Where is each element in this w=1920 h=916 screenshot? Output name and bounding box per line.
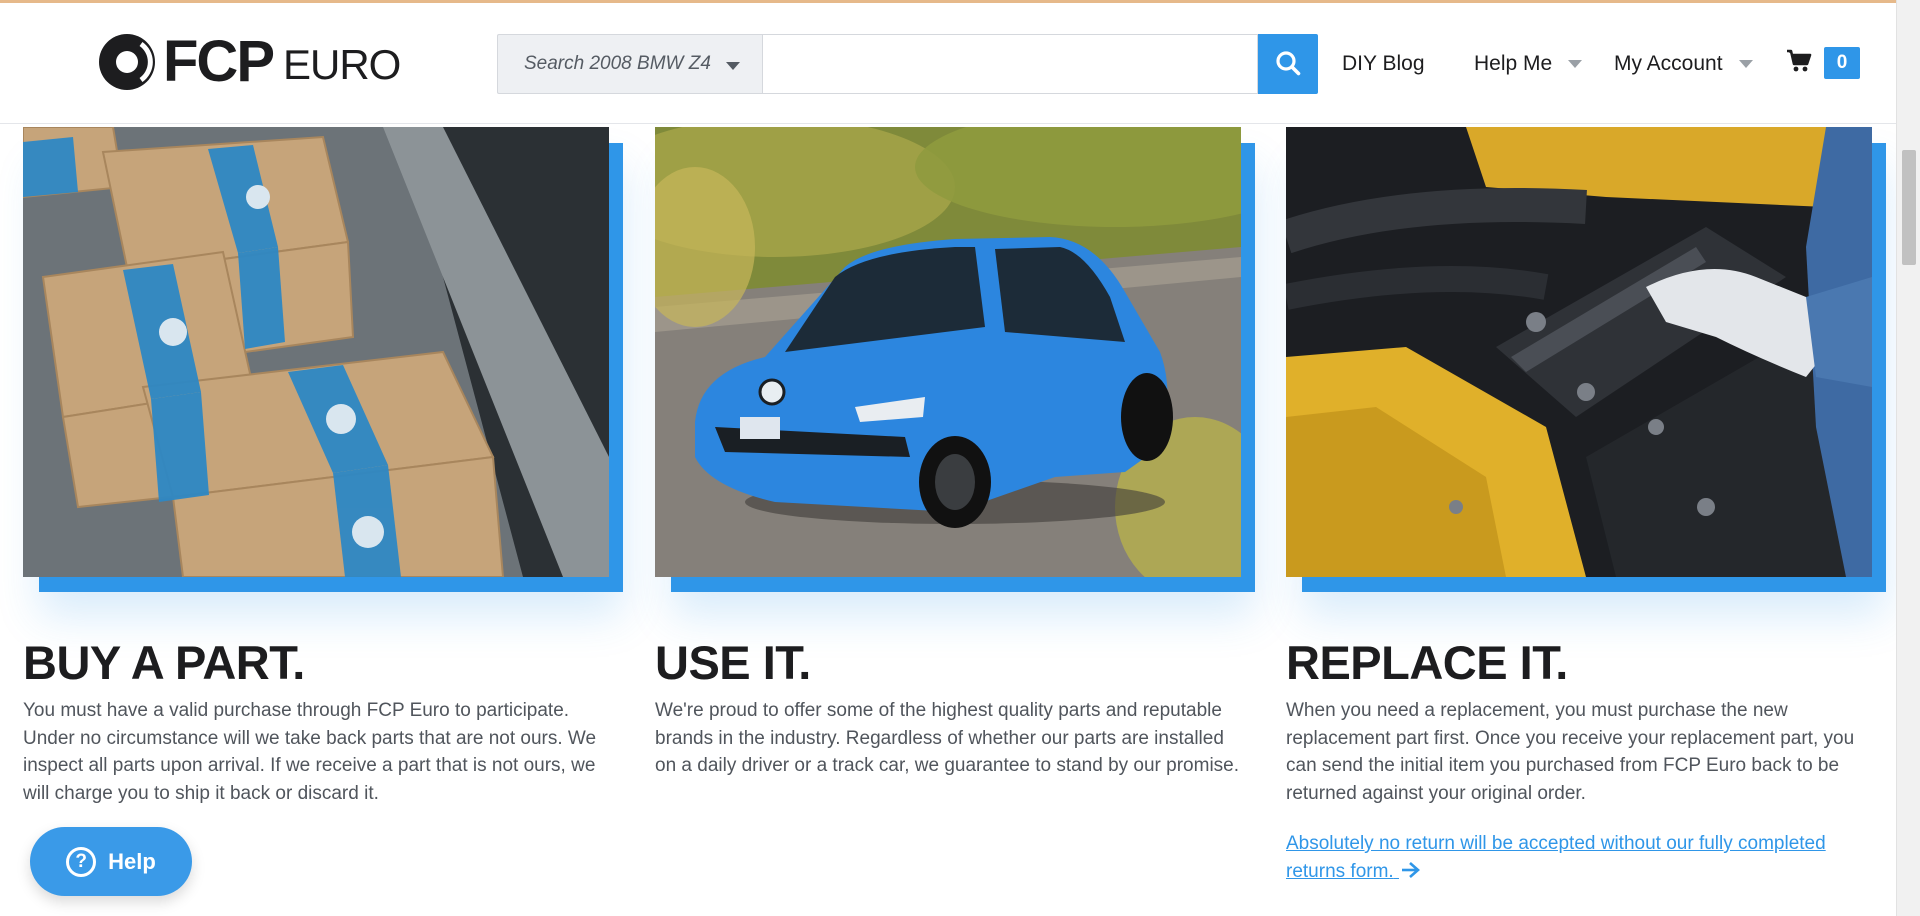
search-button[interactable] — [1258, 34, 1318, 94]
logo-mark-icon — [97, 32, 157, 92]
fcp-euro-logo[interactable]: FCP EURO — [97, 29, 401, 94]
arrow-right-icon — [1399, 861, 1421, 882]
vehicle-select-label: Search 2008 BMW Z4 — [524, 53, 711, 74]
card-title: REPLACE IT. — [1286, 636, 1568, 689]
search-input[interactable] — [762, 34, 1258, 94]
chevron-down-icon — [1738, 60, 1753, 68]
chevron-down-icon — [1568, 60, 1583, 68]
card-replace-it: REPLACE IT. When you need a replacement,… — [1286, 127, 1886, 882]
vehicle-select-dropdown[interactable]: Search 2008 BMW Z4 — [497, 34, 762, 94]
returns-form-link-text: Absolutely no return will be accepted wi… — [1286, 833, 1826, 882]
logo-text-fcp: FCP — [163, 29, 275, 94]
blue-car-image — [655, 127, 1241, 577]
nav-diy-blog[interactable]: DIY Blog — [1342, 49, 1425, 79]
card-image-frame — [23, 127, 623, 592]
chevron-down-icon — [726, 62, 740, 70]
card-title: BUY A PART. — [23, 636, 305, 689]
search-icon — [1275, 50, 1301, 79]
card-use-it: USE IT. We're proud to offer some of the… — [655, 127, 1255, 776]
nav-my-account[interactable]: My Account — [1614, 49, 1753, 79]
card-title: USE IT. — [655, 636, 811, 689]
card-description: When you need a replacement, you must pu… — [1286, 700, 1855, 804]
card-description: We're proud to offer some of the highest… — [655, 700, 1240, 776]
nav-help-me-label: Help Me — [1474, 52, 1553, 75]
cart-icon — [1786, 49, 1812, 78]
page-scrollbar[interactable] — [1896, 0, 1920, 916]
card-image-frame — [1286, 127, 1886, 592]
cart-count-badge: 0 — [1824, 47, 1860, 79]
returns-form-link[interactable]: Absolutely no return will be accepted wi… — [1286, 830, 1846, 885]
boxes-conveyor-image — [23, 127, 609, 577]
help-button-label: Help — [108, 848, 156, 874]
engine-bay-image — [1286, 127, 1872, 577]
scrollbar-thumb[interactable] — [1902, 150, 1916, 265]
nav-diy-blog-label: DIY Blog — [1342, 52, 1425, 75]
search-bar: Search 2008 BMW Z4 — [497, 34, 1318, 94]
nav-my-account-label: My Account — [1614, 52, 1723, 75]
card-description: You must have a valid purchase through F… — [23, 700, 597, 804]
card-buy-a-part: BUY A PART. You must have a valid purcha… — [23, 127, 623, 804]
card-image-frame — [655, 127, 1255, 592]
question-circle-icon: ? — [66, 846, 97, 877]
cart-button[interactable]: 0 — [1786, 47, 1860, 79]
logo-text-euro: EURO — [283, 41, 401, 88]
help-chat-button[interactable]: ? Help — [30, 827, 192, 896]
site-header: FCP EURO Search 2008 BMW Z4 DIY Blog Hel… — [0, 3, 1896, 124]
nav-help-me[interactable]: Help Me — [1474, 49, 1583, 79]
